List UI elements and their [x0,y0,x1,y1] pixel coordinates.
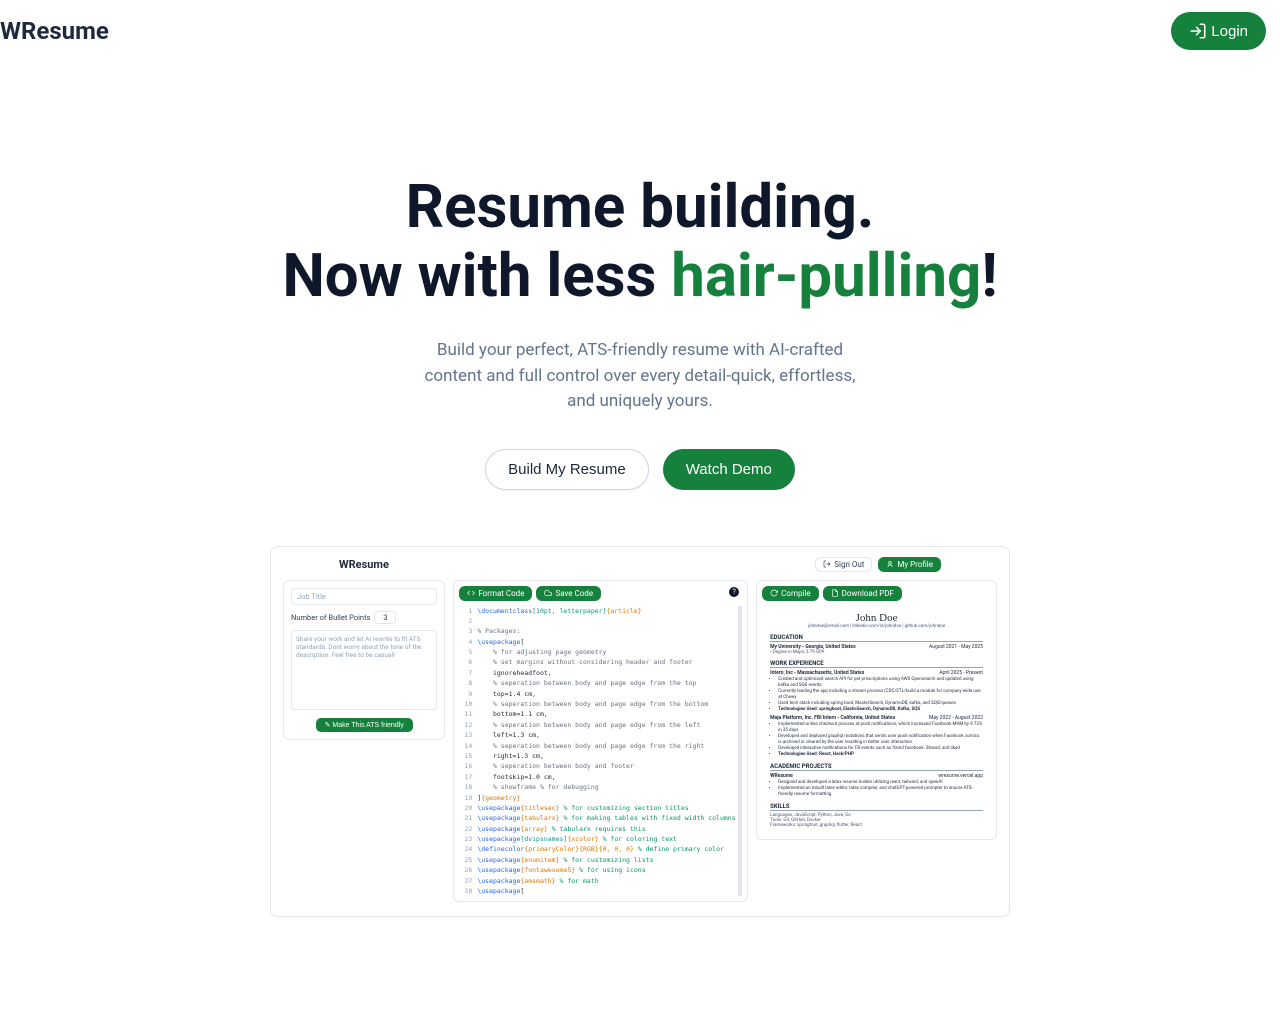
signout-icon [823,560,831,568]
bullets-value: 3 [374,611,396,624]
resume-contact: johndoe@email.com | linkedin.com/in/john… [770,624,983,629]
refresh-icon [770,589,778,597]
user-icon [886,560,894,568]
code-line: 16 % seperation between body and footer [459,761,738,771]
code-line: 23\usepackage[dvipsnames]{xcolor} % for … [459,834,738,844]
signout-button: Sign Out [815,557,872,572]
file-icon [831,589,839,597]
section-skills: SKILLS [770,803,983,811]
code-icon [467,589,475,597]
code-line: 12 % seperation between body and page ed… [459,720,738,730]
login-button[interactable]: Login [1171,12,1266,50]
section-projects: ACADEMIC PROJECTS [770,763,983,771]
bullets-label: Number of Bullet Points [291,613,370,622]
login-label: Login [1211,23,1248,40]
code-line: 22\usepackage{array} % tabularx requires… [459,824,738,834]
code-line: 15 right=1.3 cm, [459,751,738,761]
code-editor: 1\documentclass[10pt, letterpaper]{artic… [459,606,742,896]
code-line: 26\usepackage{fontawesome5} % for using … [459,865,738,875]
compile-button: Compile [762,586,818,601]
code-line: 20\usepackage{titlesec} % for customizin… [459,803,738,813]
profile-button: My Profile [878,557,941,572]
code-line: 19]{geometry} [459,793,738,803]
section-education: EDUCATION [770,634,983,642]
brand-title: WResume [0,17,109,45]
help-icon: ? [729,587,739,597]
code-line: 10 % seperation between body and page ed… [459,699,738,709]
demo-brand: WResume [339,558,389,571]
code-line: 11 bottom=1.1 cm, [459,709,738,719]
code-line: 24\definecolor{primaryColor}{RGB}{0, 0, … [459,844,738,854]
code-line: 1\documentclass[10pt, letterpaper]{artic… [459,606,738,616]
demo-screenshot: WResume Sign Out My Profile Job Title Nu… [270,546,1010,917]
demo-preview-panel: Compile Download PDF John Doe johndoe@em… [756,580,997,841]
resume-name: John Doe [770,612,983,624]
section-work: WORK EXPERIENCE [770,660,983,668]
code-line: 13 left=1.3 cm, [459,730,738,740]
code-line: 28\usepackage[ [459,886,738,895]
code-line: 3% Packages: [459,626,738,636]
ats-button: ✎ Make This ATS friendly [316,718,413,732]
code-line: 9 top=1.4 cm, [459,689,738,699]
code-line: 18 % showframe % for debugging [459,782,738,792]
code-line: 4\usepackage[ [459,637,738,647]
demo-code-panel: Format Code Save Code ? 1\documentclass[… [453,580,748,902]
code-line: 17 footskip=1.0 cm, [459,772,738,782]
job-title-input: Job Title [291,588,437,605]
demo-left-panel: Job Title Number of Bullet Points 3 Shar… [283,580,445,740]
code-line: 5 % for adjusting page geometry [459,647,738,657]
resume-preview: John Doe johndoe@email.com | linkedin.co… [762,606,991,835]
format-code-button: Format Code [459,586,532,601]
login-icon [1189,22,1207,40]
code-line: 8 % seperation between body and page edg… [459,678,738,688]
download-pdf-button: Download PDF [823,586,902,601]
share-textarea: Share your work and let AI rewrite to fi… [291,630,437,710]
watch-demo-button[interactable]: Watch Demo [663,449,795,490]
hero-title: Resume building. Now with less hair-pull… [0,172,1280,310]
code-line: 21\usepackage{tabularx} % for making tab… [459,813,738,823]
code-line: 27\usepackage{amsmath} % for math [459,876,738,886]
build-resume-button[interactable]: Build My Resume [485,449,649,490]
code-line: 2 [459,616,738,626]
code-line: 6 % set margins without considering head… [459,657,738,667]
code-line: 25\usepackage{enumitem} % for customizin… [459,855,738,865]
code-line: 14 % seperation between body and page ed… [459,741,738,751]
hero-subheading: Build your perfect, ATS-friendly resume … [410,338,870,415]
cloud-icon [544,589,552,597]
save-code-button: Save Code [536,586,601,601]
code-line: 7 ignoreheadfoot, [459,668,738,678]
